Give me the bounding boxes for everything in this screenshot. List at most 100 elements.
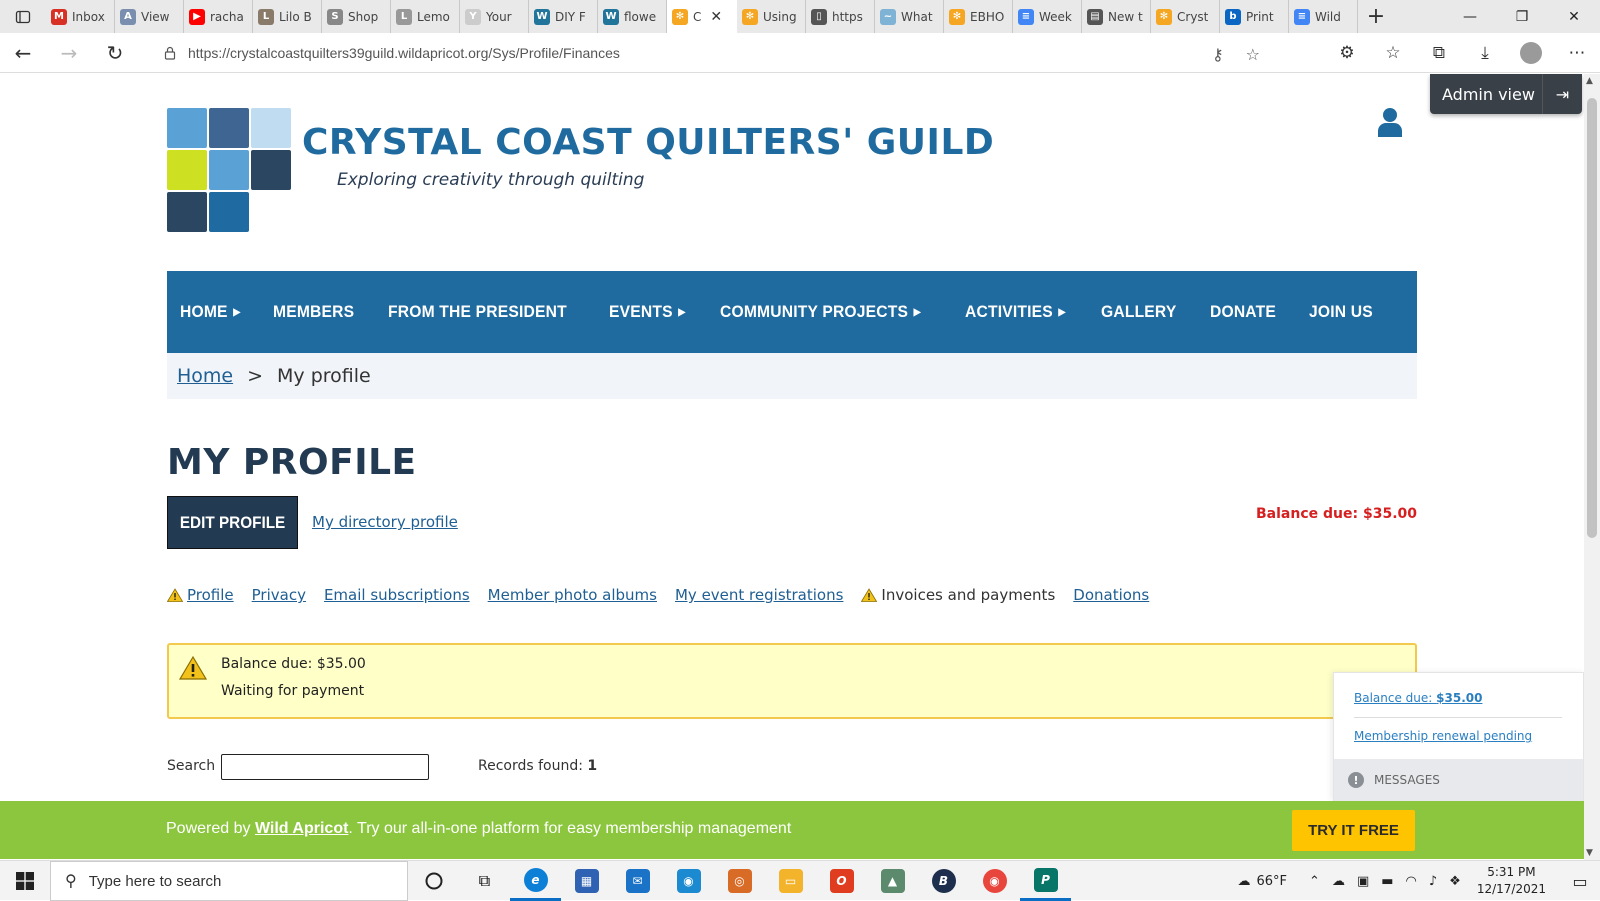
- nav-item-activities[interactable]: ACTIVITIES▶: [965, 302, 1066, 322]
- weather-widget[interactable]: ☁66°F: [1238, 874, 1288, 889]
- nav-item-events[interactable]: EVENTS▶: [609, 302, 685, 322]
- lock-icon[interactable]: [164, 46, 176, 60]
- browser-tab[interactable]: SShop: [322, 0, 391, 33]
- task-view-icon[interactable]: ⧉: [459, 861, 510, 901]
- edit-profile-button[interactable]: EDIT PROFILE: [167, 496, 298, 549]
- minimize-button[interactable]: —: [1444, 0, 1496, 33]
- admin-view-button[interactable]: Admin view ⇥: [1430, 74, 1582, 114]
- photos-app-icon[interactable]: ▲: [867, 861, 918, 901]
- nav-item-gallery[interactable]: GALLERY: [1101, 302, 1176, 322]
- url-text[interactable]: https://crystalcoastquilters39guild.wild…: [188, 45, 620, 61]
- restore-button[interactable]: ❐: [1496, 0, 1548, 33]
- meet-now-icon[interactable]: ▣: [1357, 874, 1369, 889]
- browser-tab[interactable]: AView: [115, 0, 184, 33]
- chevron-up-icon[interactable]: ⌃: [1309, 874, 1320, 889]
- nav-item-home[interactable]: HOME▶: [180, 302, 240, 322]
- membership-renewal-link[interactable]: Membership renewal pending: [1354, 729, 1532, 743]
- scroll-up-icon[interactable]: ▲: [1586, 76, 1593, 86]
- messages-toggle[interactable]: ! MESSAGES: [1334, 759, 1583, 801]
- onedrive-icon[interactable]: ☁: [1332, 874, 1345, 889]
- browser-tab[interactable]: MInbox: [46, 0, 115, 33]
- scroll-thumb[interactable]: [1587, 98, 1597, 538]
- windows-start-icon[interactable]: [0, 861, 50, 901]
- browser-tab[interactable]: ✻Cryst: [1151, 0, 1220, 33]
- new-tab-button[interactable]: +: [1358, 4, 1394, 29]
- browser-tab[interactable]: ▤New t: [1082, 0, 1151, 33]
- cortana-icon[interactable]: [408, 861, 459, 901]
- browser-tab[interactable]: YYour: [460, 0, 529, 33]
- browser-tab[interactable]: LLemo: [391, 0, 460, 33]
- subnav-profile[interactable]: Profile: [167, 586, 234, 604]
- notifications-icon[interactable]: ▭: [1560, 872, 1600, 891]
- app-b-icon[interactable]: B: [918, 861, 969, 901]
- site-title[interactable]: CRYSTAL COAST QUILTERS' GUILD: [302, 122, 994, 163]
- publisher-app-icon[interactable]: P: [1020, 861, 1071, 901]
- tab-actions-icon[interactable]: [0, 0, 46, 33]
- file-explorer-icon[interactable]: ▭: [765, 861, 816, 901]
- app-blue-icon[interactable]: ◉: [663, 861, 714, 901]
- try-it-free-button[interactable]: TRY IT FREE: [1292, 810, 1415, 851]
- subnav-donations[interactable]: Donations: [1073, 586, 1149, 604]
- battery-icon[interactable]: ▬: [1381, 874, 1393, 889]
- system-clock[interactable]: 5:31 PM 12/17/2021: [1477, 864, 1546, 898]
- forward-button[interactable]: →: [46, 33, 92, 73]
- wild-apricot-link[interactable]: Wild Apricot: [255, 820, 348, 837]
- mail-app-icon[interactable]: ✉: [612, 861, 663, 901]
- browser-tab[interactable]: ✻C✕: [667, 0, 737, 33]
- nav-item-from-the-president[interactable]: FROM THE PRESIDENT: [388, 302, 567, 322]
- user-account-icon[interactable]: [1378, 107, 1402, 137]
- browser-tab[interactable]: ~What: [875, 0, 944, 33]
- breadcrumb-home-link[interactable]: Home: [177, 365, 233, 387]
- close-window-button[interactable]: ✕: [1548, 0, 1600, 33]
- volume-icon[interactable]: ♪: [1429, 874, 1437, 889]
- address-bar[interactable]: https://crystalcoastquilters39guild.wild…: [150, 37, 1300, 69]
- search-input[interactable]: [221, 754, 429, 780]
- subnav-invoices-and-payments[interactable]: Invoices and payments: [861, 586, 1055, 604]
- browser-tab[interactable]: LLilo B: [253, 0, 322, 33]
- guild-logo[interactable]: [167, 108, 293, 234]
- browser-tab[interactable]: ▯https: [806, 0, 875, 33]
- dropbox-icon[interactable]: ❖: [1449, 874, 1461, 889]
- subnav-privacy[interactable]: Privacy: [252, 586, 306, 604]
- edge-app-icon[interactable]: e: [510, 861, 561, 901]
- store-app-icon[interactable]: ▦: [561, 861, 612, 901]
- scroll-down-icon[interactable]: ▼: [1586, 848, 1593, 858]
- chrome-app-icon[interactable]: ◉: [969, 861, 1020, 901]
- collections-icon[interactable]: ⧉: [1416, 43, 1462, 63]
- add-favorite-icon[interactable]: ☆: [1246, 45, 1260, 64]
- subnav-member-photo-albums[interactable]: Member photo albums: [488, 586, 657, 604]
- refresh-button[interactable]: ↻: [92, 33, 138, 73]
- browser-tab[interactable]: ✻EBHO: [944, 0, 1013, 33]
- logo-square: [167, 108, 207, 148]
- page-scrollbar[interactable]: ▲ ▼: [1584, 74, 1600, 860]
- nav-item-join-us[interactable]: JOIN US: [1309, 302, 1373, 322]
- profile-avatar[interactable]: [1508, 42, 1554, 64]
- nav-item-donate[interactable]: DONATE: [1210, 302, 1276, 322]
- subnav-email-subscriptions[interactable]: Email subscriptions: [324, 586, 470, 604]
- exit-admin-icon[interactable]: ⇥: [1542, 74, 1582, 114]
- subnav-my-event-registrations[interactable]: My event registrations: [675, 586, 843, 604]
- browser-tab[interactable]: ≡Wild: [1289, 0, 1358, 33]
- back-button[interactable]: ←: [0, 33, 46, 73]
- browser-tab[interactable]: WDIY F: [529, 0, 598, 33]
- extensions-icon[interactable]: ⚙: [1324, 43, 1370, 63]
- close-tab-icon[interactable]: ✕: [710, 9, 722, 25]
- more-icon[interactable]: ⋯: [1554, 43, 1600, 63]
- app-orange-icon[interactable]: ◎: [714, 861, 765, 901]
- nav-item-community-projects[interactable]: COMMUNITY PROJECTS▶: [720, 302, 921, 322]
- downloads-icon[interactable]: ⤓: [1462, 43, 1508, 63]
- browser-tab[interactable]: ✻Using: [737, 0, 806, 33]
- browser-tab[interactable]: bPrint: [1220, 0, 1289, 33]
- browser-tab[interactable]: Wflowe: [598, 0, 667, 33]
- favorites-icon[interactable]: ☆: [1370, 43, 1416, 63]
- browser-tab[interactable]: ≡Week: [1013, 0, 1082, 33]
- message-balance-link[interactable]: Balance due: $35.00: [1354, 691, 1482, 705]
- nav-item-members[interactable]: MEMBERS: [273, 302, 354, 322]
- site-tagline: Exploring creativity through quilting: [337, 170, 644, 190]
- browser-tab[interactable]: ▶racha: [184, 0, 253, 33]
- taskbar-search[interactable]: ⚲ Type here to search: [50, 861, 408, 901]
- wifi-icon[interactable]: ◠: [1406, 874, 1417, 889]
- directory-profile-link[interactable]: My directory profile: [312, 513, 458, 531]
- key-icon[interactable]: ⚷: [1212, 45, 1224, 64]
- office-app-icon[interactable]: O: [816, 861, 867, 901]
